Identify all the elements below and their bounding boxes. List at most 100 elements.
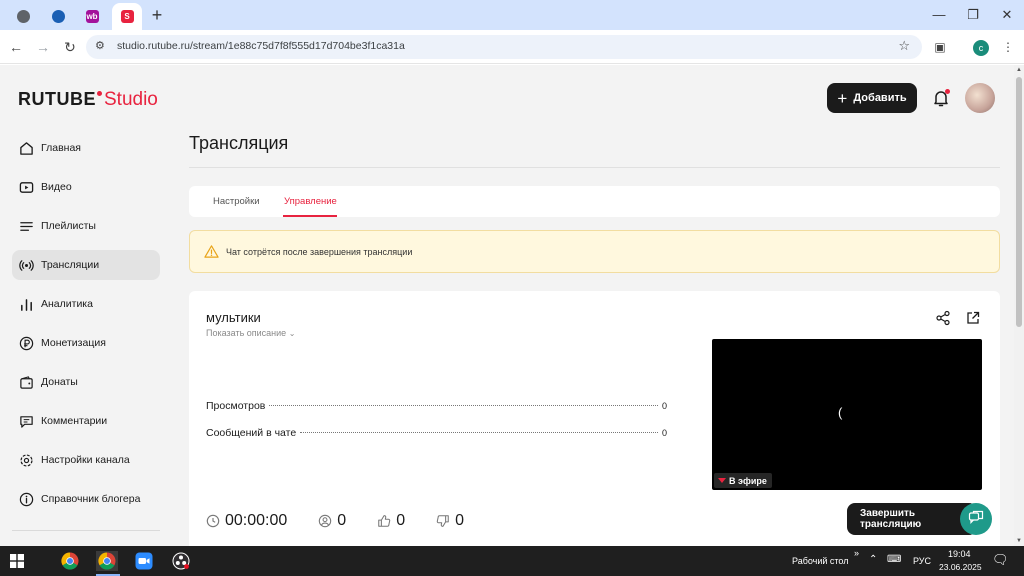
live-badge-label: В эфире — [729, 475, 767, 486]
viewers-value: 0 — [337, 512, 347, 529]
scroll-down-icon[interactable]: ▼ — [1016, 538, 1022, 544]
add-button[interactable]: + Добавить — [827, 83, 917, 113]
address-bar[interactable]: ⚙ studio.rutube.ru/stream/1e88c75d7f8f55… — [86, 35, 922, 59]
site-settings-icon[interactable]: ⚙ — [95, 39, 105, 52]
timer-value: 00:00:00 — [225, 512, 288, 529]
browser-tab[interactable] — [8, 4, 38, 28]
minimize-button[interactable]: — — [924, 5, 954, 25]
loading-spinner-icon: ( — [838, 405, 843, 420]
chat-icon — [968, 509, 984, 530]
sidebar-item-label: Справочник блогера — [41, 493, 141, 505]
comments-icon — [18, 413, 34, 429]
browser-toolbar: ← → ↻ ⚙ studio.rutube.ru/stream/1e88c75d… — [0, 30, 1024, 64]
browser-tab[interactable] — [43, 4, 73, 28]
user-icon — [318, 514, 332, 528]
toolbar-chevron-icon[interactable]: » — [854, 548, 859, 558]
sidebar-item-label: Донаты — [41, 376, 78, 388]
info-icon — [18, 491, 34, 507]
restore-button[interactable]: ❐ — [958, 5, 988, 25]
likes-count: 0 — [377, 512, 405, 530]
browser-menu-icon[interactable]: ⋮ — [1000, 39, 1016, 55]
dislikes-count: 0 — [436, 512, 464, 530]
stat-row-chat-messages: Сообщений в чате 0 — [206, 427, 667, 439]
wb-icon: wb — [85, 9, 99, 23]
reading-mode-icon[interactable]: ▣ — [932, 39, 948, 55]
chrome-icon-active[interactable] — [96, 551, 118, 571]
viewers-count: 0 — [318, 512, 346, 530]
page-scrollbar[interactable]: ▲ ▼ — [1014, 65, 1024, 546]
sidebar-item-label: Комментарии — [41, 415, 108, 427]
clock-time[interactable]: 19:04 — [948, 549, 971, 559]
sidebar-item-label: Аналитика — [41, 298, 93, 310]
scrollbar-thumb[interactable] — [1016, 77, 1022, 327]
rutube-studio-page: RUTUBE Studio + Добавить Главная Видео П… — [0, 65, 1014, 546]
sidebar-item-home[interactable]: Главная — [12, 133, 160, 163]
rutube-studio-logo[interactable]: RUTUBE Studio — [18, 89, 158, 111]
stream-tabs: Настройки Управление — [189, 186, 1000, 217]
back-button[interactable]: ← — [6, 37, 26, 57]
page-title: Трансляция — [189, 133, 289, 153]
dotted-leader — [300, 432, 658, 433]
sidebar-item-playlists[interactable]: Плейлисты — [12, 211, 160, 241]
logo-dot — [97, 91, 102, 96]
windows-start-icon[interactable] — [6, 551, 28, 571]
tray-expand-icon[interactable]: ⌃ — [869, 554, 877, 565]
share-icon[interactable] — [935, 310, 951, 326]
notifications-bell-icon[interactable] — [930, 87, 952, 109]
browser-tab[interactable]: wb — [77, 4, 107, 28]
sidebar-item-video[interactable]: Видео — [12, 172, 160, 202]
user-avatar[interactable] — [965, 83, 995, 113]
forward-button[interactable]: → — [33, 37, 53, 57]
site-icon — [51, 9, 65, 23]
desktop-toolbar-label[interactable]: Рабочий стол — [792, 556, 849, 566]
warning-icon — [204, 244, 219, 259]
thumbs-down-icon — [436, 514, 450, 528]
video-player[interactable]: ( В эфире — [712, 339, 982, 490]
browser-profile-avatar[interactable]: c — [973, 40, 989, 56]
new-tab-button[interactable]: + — [148, 5, 166, 25]
sidebar-item-broadcasts[interactable]: Трансляции — [12, 250, 160, 280]
stat-label: Просмотров — [206, 400, 266, 412]
zoom-icon[interactable] — [133, 551, 155, 571]
notifications-icon[interactable]: 🗨 — [992, 552, 1009, 568]
clock-date[interactable]: 23.06.2025 — [939, 562, 982, 572]
sidebar-item-monetization[interactable]: Монетизация — [12, 328, 160, 358]
sidebar-item-blogger-guide[interactable]: Справочник блогера — [12, 484, 160, 514]
logo-brand: RUTUBE — [18, 89, 96, 109]
keyboard-icon[interactable]: ⌨ — [887, 554, 901, 565]
stat-value: 0 — [661, 428, 667, 438]
open-external-icon[interactable] — [965, 310, 981, 326]
logo-studio: Studio — [104, 89, 158, 110]
title-divider — [189, 167, 1000, 168]
browser-tab-active[interactable]: S — [112, 3, 142, 30]
live-badge: В эфире — [714, 473, 772, 488]
language-indicator[interactable]: РУС — [913, 556, 931, 566]
chat-button[interactable] — [960, 503, 992, 535]
sidebar-item-channel-settings[interactable]: Настройки канала — [12, 445, 160, 475]
show-description-toggle[interactable]: Показать описание ⌄ — [206, 328, 295, 338]
sidebar-item-comments[interactable]: Комментарии — [12, 406, 160, 436]
bookmark-star-icon[interactable]: ☆ — [898, 38, 910, 54]
show-description-label: Показать описание — [206, 328, 287, 338]
analytics-icon — [18, 296, 34, 312]
scroll-up-icon[interactable]: ▲ — [1016, 67, 1022, 73]
dotted-leader — [269, 405, 658, 406]
playlist-icon — [18, 218, 34, 234]
reload-button[interactable]: ↻ — [60, 37, 80, 57]
close-window-button[interactable]: ✕ — [992, 5, 1022, 25]
warning-text: Чат сотрётся после завершения трансляции — [226, 247, 413, 257]
live-indicator-icon — [718, 478, 726, 483]
obs-icon[interactable] — [170, 551, 192, 571]
rutube-icon: S — [120, 10, 134, 23]
sidebar-item-label: Видео — [41, 181, 72, 193]
end-stream-button[interactable]: Завершить трансляцию — [847, 503, 977, 535]
wallet-icon — [18, 374, 34, 390]
stat-value: 0 — [661, 401, 667, 411]
sidebar-item-analytics[interactable]: Аналитика — [12, 289, 160, 319]
sidebar-item-label: Монетизация — [41, 337, 106, 349]
sidebar-item-donations[interactable]: Донаты — [12, 367, 160, 397]
chrome-icon[interactable] — [59, 551, 81, 571]
tab-management[interactable]: Управление — [284, 196, 337, 207]
globe-icon — [16, 9, 30, 23]
tab-settings[interactable]: Настройки — [213, 196, 260, 207]
